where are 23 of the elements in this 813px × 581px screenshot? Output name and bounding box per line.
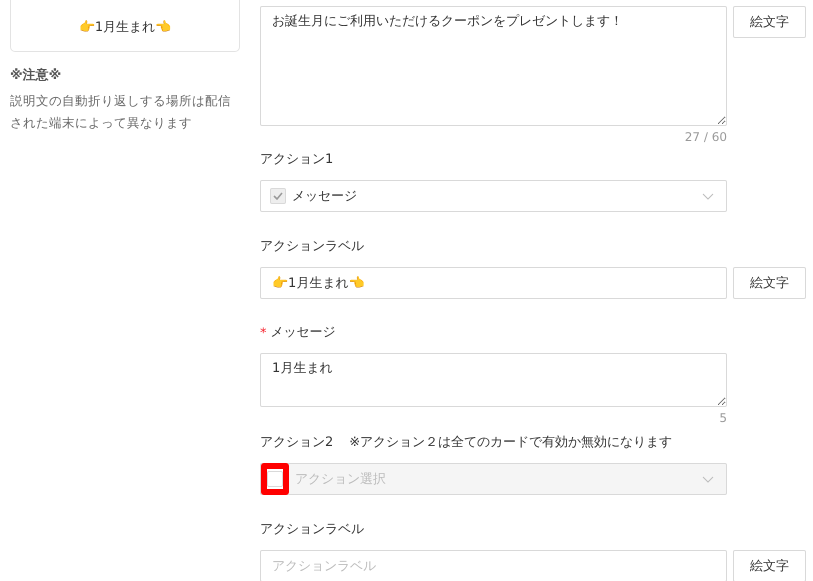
required-mark: * bbox=[260, 326, 266, 340]
action-title: アクション1 bbox=[260, 152, 334, 168]
character-counter: 27 / 60 bbox=[684, 130, 727, 144]
label-field[interactable]: 👉1月生まれ👈 bbox=[260, 267, 727, 299]
chevron-down-icon bbox=[702, 476, 714, 482]
notice-text: 説明文の自動折り返しする場所は配信された端末によって異なります bbox=[10, 92, 232, 132]
checkbox[interactable] bbox=[270, 188, 286, 204]
select-value: メッセージ bbox=[292, 188, 358, 205]
message-field[interactable]: 1月生まれ bbox=[260, 353, 727, 407]
preview-label: 👉1月生まれ👈 bbox=[78, 18, 172, 36]
notice-title: ※注意※ bbox=[10, 66, 62, 84]
message-title: メッセージ bbox=[270, 325, 336, 341]
chevron-down-icon bbox=[702, 192, 714, 200]
check-icon bbox=[273, 192, 283, 200]
label-title: アクションラベル bbox=[260, 522, 365, 538]
action-select[interactable]: メッセージ bbox=[260, 180, 727, 212]
description-field[interactable]: お誕生月にご利用いただけるクーポンをプレゼントします！ bbox=[260, 6, 727, 126]
select-placeholder: アクション選択 bbox=[295, 471, 387, 488]
character-counter: 5 bbox=[719, 411, 727, 425]
label-title: アクションラベル bbox=[260, 239, 365, 255]
emoji-button[interactable]: 絵文字 bbox=[733, 6, 806, 38]
action-title: アクション2 ※アクション２は全てのカードで有効か無効になります bbox=[260, 435, 674, 451]
emoji-button[interactable]: 絵文字 bbox=[733, 267, 806, 299]
